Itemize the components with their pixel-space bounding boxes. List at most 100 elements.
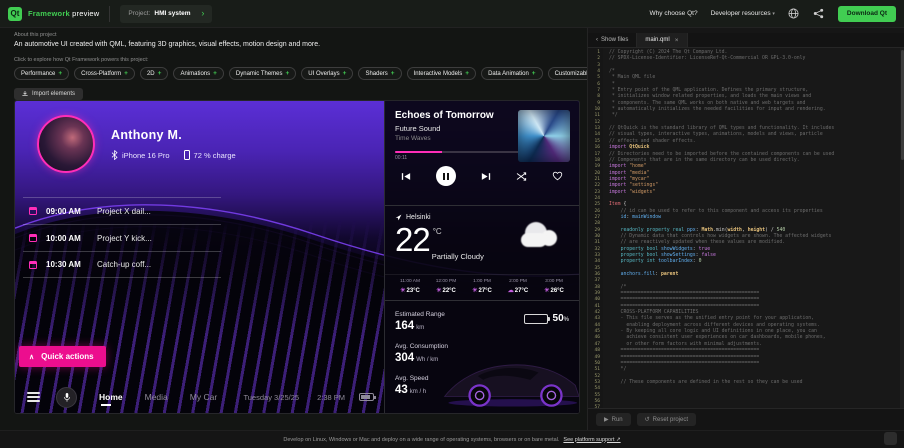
plus-icon: + [213, 70, 217, 77]
close-tab-icon[interactable]: × [675, 37, 679, 44]
menu-icon[interactable] [27, 392, 40, 402]
forecast-temp: ☁27°C [501, 287, 535, 294]
reset-project-button[interactable]: ↺ Reset project [637, 413, 696, 426]
nav-time: 2:38 PM [317, 393, 345, 402]
tag-pill[interactable]: Dynamic Themes+ [229, 67, 296, 80]
elapsed-time: 00:11 [395, 155, 407, 161]
editor-actions-bar: ▶ Run ↺ Reset project [588, 408, 904, 430]
footer-text: Develop on Linux, Windows or Mac and dep… [283, 437, 559, 443]
nav-mycar[interactable]: My Car [190, 392, 217, 402]
microphone-icon [63, 392, 71, 403]
event-title: Project X dail... [97, 207, 151, 216]
project-name: HMI system [154, 10, 190, 17]
tag-pill[interactable]: Interactive Models+ [407, 67, 477, 80]
developer-resources-menu[interactable]: Developer resources ▾ [711, 10, 775, 17]
consumption-label: Avg. Consumption [395, 343, 569, 350]
code-area[interactable]: 1234567891011121314151617181920212223242… [588, 48, 904, 408]
nav-date: Tuesday 3/25/25 [243, 393, 299, 402]
battery-status: 50% [524, 313, 569, 324]
tag-list: Performance+ Cross-Platform+ 2D+ Animations… [14, 67, 580, 80]
play-icon: ▶ [604, 416, 609, 423]
event-time: 10:30 AM [46, 260, 88, 269]
page-footer: Develop on Linux, Windows or Mac and dep… [0, 430, 904, 448]
app-root: Qt Framework preview Project: HMI system… [0, 0, 904, 448]
download-qt-button[interactable]: Download Qt [838, 6, 896, 22]
previous-track-button[interactable] [401, 172, 411, 181]
schedule-list: 09:00 AMProject X dail...10:00 AMProject… [23, 197, 221, 278]
avatar[interactable] [37, 115, 95, 173]
schedule-row[interactable]: 10:30 AM Catch-up coff... [23, 251, 221, 278]
tab-main-qml[interactable]: main.qml × [636, 33, 687, 47]
nav-home[interactable]: Home [99, 392, 123, 402]
event-title: Catch-up coff... [97, 260, 151, 269]
hourly-forecast: 11:00 AM12:00 PM1:00 PM2:00 PM3:00 PM ☀2… [385, 274, 579, 300]
schedule-row[interactable]: 10:00 AMProject Y kick... [23, 224, 221, 251]
progress-fill [395, 151, 442, 153]
tag-pill[interactable]: Cross-Platform+ [74, 67, 135, 80]
calendar-icon [29, 261, 37, 269]
platform-support-link[interactable]: See platform support ↗ [563, 437, 620, 443]
quick-actions-button[interactable]: ∧ Quick actions [19, 346, 106, 367]
forecast-temp: ☀23°C [393, 287, 427, 294]
globe-icon[interactable] [788, 8, 800, 20]
dashboard-right-column: Echoes of Tomorrow Future Sound Time Wav… [384, 101, 579, 413]
next-track-button[interactable] [481, 172, 491, 181]
battery-percent: 50 [553, 313, 564, 324]
import-icon [22, 91, 28, 97]
plus-icon: + [391, 70, 395, 77]
hmi-dashboard-preview: Anthony M. iPhone 16 Pro 72 % charge 0 [14, 100, 580, 414]
project-selector[interactable]: Project: HMI system › [120, 5, 212, 23]
plus-icon: + [158, 70, 162, 77]
favorite-heart-icon[interactable] [552, 171, 563, 181]
reset-icon: ↺ [645, 416, 650, 423]
shuffle-icon[interactable] [516, 172, 527, 181]
share-icon[interactable] [813, 8, 825, 20]
tag-pill[interactable]: Shaders+ [358, 67, 401, 80]
divider [109, 6, 110, 22]
weather-mini-icon: ☀ [472, 288, 477, 294]
scrollbar-thumb[interactable] [901, 50, 904, 160]
qt-logo[interactable]: Qt [8, 7, 22, 21]
top-bar: Qt Framework preview Project: HMI system… [0, 0, 904, 28]
pause-button[interactable] [436, 166, 456, 186]
plus-icon: + [58, 70, 62, 77]
forecast-temp: ☀22°C [429, 287, 463, 294]
tag-pill[interactable]: Animations+ [173, 67, 223, 80]
media-player-widget: Echoes of Tomorrow Future Sound Time Wav… [385, 101, 579, 206]
chevron-down-icon: ▾ [772, 11, 775, 17]
import-elements-button[interactable]: Import elements [14, 88, 83, 100]
why-choose-qt-link[interactable]: Why choose Qt? [650, 10, 698, 17]
forecast-hour: 1:00 PM [465, 279, 499, 284]
dashboard-bottom-nav: Home Media My Car Tuesday 3/25/25 2:38 P… [15, 381, 386, 413]
bluetooth-icon [111, 150, 118, 160]
forecast-hour: 11:00 AM [393, 279, 427, 284]
tag-pill[interactable]: Performance+ [14, 67, 69, 80]
weather-condition: Partially Cloudy [432, 252, 484, 261]
forecast-hour: 3:00 PM [537, 279, 571, 284]
forecast-hour: 12:00 PM [429, 279, 463, 284]
help-widget-button[interactable] [884, 432, 897, 445]
show-files-button[interactable]: ‹ Show files [588, 33, 636, 47]
speed-value: 43 [395, 384, 408, 396]
vehicle-stats-widget: Estimated Range 164km 50% Avg. Consumpti… [385, 301, 579, 413]
voice-assistant-button[interactable] [56, 387, 77, 408]
speed-unit: km / h [410, 389, 426, 395]
explore-text: Click to explore how Qt Framework powers… [14, 57, 580, 63]
schedule-row[interactable]: 09:00 AMProject X dail... [23, 197, 221, 224]
calendar-icon [29, 207, 37, 215]
phone-charge: 72 % charge [184, 150, 236, 160]
tag-pill[interactable]: UI Overlays+ [301, 67, 353, 80]
consumption-value: 304 [395, 352, 414, 364]
tag-pill[interactable]: Data Animation+ [481, 67, 543, 80]
about-label: About this project [14, 32, 580, 38]
event-title: Project Y kick... [97, 234, 152, 243]
editor-scrollbar [900, 48, 904, 408]
plus-icon: + [465, 70, 469, 77]
nav-media[interactable]: Media [145, 392, 168, 402]
tag-pill[interactable]: 2D+ [140, 67, 168, 80]
editor-tab-bar: ‹ Show files main.qml × [588, 33, 904, 48]
run-button[interactable]: ▶ Run [596, 413, 631, 426]
project-intro: About this project An automotive UI crea… [14, 28, 580, 102]
weather-mini-icon: ☀ [400, 288, 405, 294]
code-lines: // Copyright (C) 2024 The Qt Company Ltd… [603, 48, 904, 408]
